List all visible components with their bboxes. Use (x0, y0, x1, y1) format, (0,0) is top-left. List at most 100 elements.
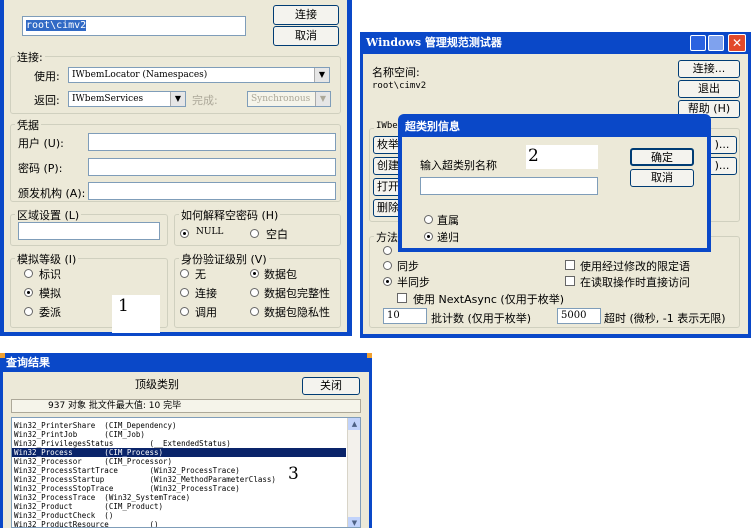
table-row[interactable]: Win32_ProductCheck () (12, 511, 346, 520)
recursive-radio[interactable] (424, 232, 433, 241)
annotation-number-2: 2 (528, 146, 539, 166)
direct-radio[interactable] (424, 215, 433, 224)
query-result-header: 顶级类别 (135, 378, 179, 391)
password-label: 密码 (P): (18, 162, 63, 175)
complete-label: 完成: (192, 94, 218, 107)
table-row[interactable]: Win32_ProductResource () (12, 520, 346, 527)
close-icon[interactable]: ✕ (728, 34, 746, 52)
auth-radio-packet-integrity[interactable] (250, 288, 259, 297)
empty-radio[interactable] (250, 229, 259, 238)
nextasync-checkbox[interactable] (397, 293, 407, 303)
wbem-connect-button[interactable]: 连接... (678, 60, 740, 78)
wbemtest-title: Windows 管理规范测试器 (366, 36, 502, 49)
sync-radio[interactable] (383, 261, 392, 270)
table-row[interactable]: Win32_PrinterShare (CIM_Dependency) (12, 421, 346, 430)
batch-count-label: 批计数 (仅用于枚举) (431, 312, 532, 325)
auth-label: 数据包隐私性 (264, 306, 330, 319)
table-row[interactable]: Win32_Process (CIM_Process) (12, 448, 346, 457)
chevron-down-icon[interactable]: ▼ (314, 68, 329, 82)
table-row[interactable]: Win32_PrivilegesStatus (__ExtendedStatus… (12, 439, 346, 448)
exit-button[interactable]: 退出 (678, 80, 740, 98)
impersonation-label: 标识 (39, 268, 61, 281)
null-radio[interactable] (180, 229, 189, 238)
return-label: 返回: (34, 94, 60, 107)
impersonation-radio-impersonate[interactable] (24, 288, 33, 297)
authority-field[interactable] (88, 182, 336, 200)
amended-qualifiers-checkbox[interactable] (565, 260, 575, 270)
scrollbar[interactable]: ▲ ▼ (347, 418, 360, 527)
auth-radio-connect[interactable] (180, 288, 189, 297)
locale-group-title: 区域设置 (L) (15, 207, 82, 223)
async-radio[interactable] (383, 246, 392, 255)
maximize-button[interactable] (708, 35, 724, 51)
superclass-cancel-button[interactable]: 取消 (630, 169, 694, 187)
superclass-dialog: 输入超类别名称 2 确定 取消 直属 递归 (402, 137, 707, 248)
impersonation-radio-identify[interactable] (24, 269, 33, 278)
close-button[interactable]: 关闭 (302, 377, 360, 395)
auth-level-group-title: 身份验证级别 (V) (179, 251, 269, 267)
impersonation-label: 模拟 (39, 287, 61, 300)
scroll-down-icon[interactable]: ▼ (348, 517, 360, 527)
null-password-group-title: 如何解释空密码 (H) (179, 207, 281, 223)
query-result-body: 顶级类别 关闭 937 对象 批文件最大值: 10 完毕 Win32_Print… (3, 372, 369, 528)
timeout-label: 超时 (微秒, -1 表示无限) (604, 312, 726, 325)
authority-label: 颁发机构 (A): (18, 187, 86, 200)
ok-button[interactable]: 确定 (630, 148, 694, 166)
table-row[interactable]: Win32_Product (CIM_Product) (12, 502, 346, 511)
chevron-down-icon[interactable]: ▼ (170, 92, 185, 106)
minimize-button[interactable] (690, 35, 706, 51)
scroll-up-icon[interactable]: ▲ (348, 418, 360, 430)
superclass-name-field[interactable] (420, 177, 598, 195)
batch-count-field[interactable]: 10 (383, 308, 427, 324)
direct-read-checkbox[interactable] (565, 276, 575, 286)
password-field[interactable] (88, 158, 336, 176)
auth-label: 数据包 (264, 268, 297, 281)
namespace-field[interactable]: root\cimv2 (22, 16, 246, 36)
namespace-label: 名称空间: (372, 66, 420, 79)
nextasync-label: 使用 NextAsync (仅用于枚举) (413, 293, 564, 306)
connect-button[interactable]: 连接 (273, 5, 339, 25)
semisync-label: 半同步 (397, 276, 430, 289)
semisync-radio[interactable] (383, 277, 392, 286)
recursive-label: 递归 (437, 231, 459, 244)
use-label: 使用: (34, 70, 60, 83)
query-result-title: 查询结果 (6, 356, 50, 369)
status-text: 937 对象 批文件最大值: 10 完毕 (48, 401, 182, 411)
auth-label: 无 (195, 268, 206, 281)
resize-handle[interactable] (367, 353, 372, 358)
direct-label: 直属 (437, 214, 459, 227)
impersonation-label: 委派 (39, 306, 61, 319)
sync-label: 同步 (397, 260, 419, 273)
auth-radio-call[interactable] (180, 307, 189, 316)
table-row[interactable]: Win32_ProcessTrace (Win32_SystemTrace) (12, 493, 346, 502)
impersonation-radio-delegate[interactable] (24, 307, 33, 316)
cancel-button[interactable]: 取消 (273, 26, 339, 46)
connect-dialog: root\cimv2 连接 取消 连接: 使用: IWbemLocator (N… (4, 0, 347, 332)
credentials-group-title: 凭据 (15, 117, 41, 133)
status-bar: 937 对象 批文件最大值: 10 完毕 (11, 399, 361, 413)
use-combo[interactable]: IWbemLocator (Namespaces) ▼ (68, 67, 330, 83)
chevron-down-icon: ▼ (315, 92, 330, 106)
table-row[interactable]: Win32_PrintJob (CIM_Job) (12, 430, 346, 439)
superclass-dialog-title: 超类别信息 (405, 120, 460, 133)
timeout-field[interactable]: 5000 (557, 308, 601, 324)
auth-label: 连接 (195, 287, 217, 300)
superclass-prompt: 输入超类别名称 (420, 159, 497, 172)
auth-label: 数据包完整性 (264, 287, 330, 300)
user-field[interactable] (88, 133, 336, 151)
auth-radio-none[interactable] (180, 269, 189, 278)
null-label: NULL (196, 227, 224, 237)
return-combo[interactable]: IWbemServices ▼ (68, 91, 186, 107)
auth-radio-packet-privacy[interactable] (250, 307, 259, 316)
right-action-button-2[interactable]: )... (707, 157, 737, 175)
auth-radio-packet[interactable] (250, 269, 259, 278)
locale-field[interactable] (18, 222, 160, 240)
empty-label: 空白 (266, 228, 288, 241)
namespace-value: root\cimv2 (26, 20, 87, 31)
complete-combo: Synchronous ▼ (247, 91, 331, 107)
connection-group-title: 连接: (15, 49, 45, 65)
auth-label: 调用 (195, 306, 217, 319)
complete-value: Synchronous (251, 94, 311, 104)
right-action-button-1[interactable]: )... (707, 136, 737, 154)
direct-read-label: 在读取操作时直接访问 (580, 276, 690, 289)
